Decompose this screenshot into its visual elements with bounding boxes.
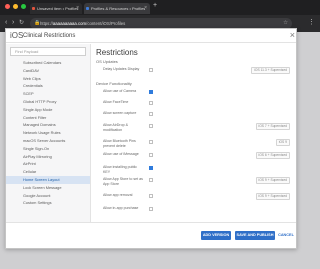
section-os-updates: OS Updates: [96, 59, 118, 64]
restriction-row: Allow screen capture: [92, 111, 294, 123]
restriction-row: Allow use of iMessage iOS 6 + Supervised: [92, 152, 294, 164]
restriction-checkbox[interactable]: [149, 112, 153, 116]
reload-icon[interactable]: ↻: [19, 18, 24, 28]
platform-label: iOS: [10, 31, 24, 40]
restriction-row: Allow in-app purchase: [92, 206, 294, 218]
restriction-checkbox[interactable]: [149, 166, 153, 170]
restriction-row: Allow App Store to set as App Store iOS 9…: [92, 177, 294, 189]
compatibility-badge: iOS 9 + Supervised: [255, 177, 290, 184]
url-path: /content/iOS/Profiles: [86, 21, 126, 26]
compatibility-badge: iOS 9 + Supervised: [255, 193, 290, 200]
restriction-row: Allow Bluetooth Pins prevent delete iOS 9: [92, 139, 294, 151]
sidebar-item[interactable]: AirPlay Mirroring: [6, 153, 90, 161]
payload-sidebar: Find Payload Subscribed Calendars CardDAV…: [6, 44, 91, 222]
browser-menu-icon[interactable]: ⋮: [308, 18, 315, 26]
close-window-button[interactable]: [5, 4, 10, 9]
restriction-label: Allow FaceTime: [103, 100, 129, 104]
restriction-label: Allow Bluetooth Pins prevent delete: [103, 139, 136, 148]
restriction-row: Allow installing public KEY: [92, 165, 294, 177]
sidebar-item[interactable]: Home Screen Layout: [6, 175, 90, 184]
restriction-checkbox[interactable]: [149, 178, 153, 182]
sidebar-item[interactable]: Web Clips: [6, 75, 90, 83]
payload-list: Subscribed Calendars CardDAV Web Clips Cred…: [6, 59, 90, 207]
sidebar-item[interactable]: Single App Mode: [6, 106, 90, 114]
close-tab-icon[interactable]: ×: [144, 3, 147, 14]
restriction-checkbox[interactable]: [149, 68, 153, 72]
restriction-label: Delay Updates Display: [103, 67, 140, 71]
compatibility-badge: iOS 6 + Supervised: [255, 152, 290, 159]
sidebar-item[interactable]: Google Account: [6, 192, 90, 200]
forward-arrow-icon[interactable]: ›: [12, 18, 14, 28]
close-tab-icon[interactable]: ×: [76, 3, 79, 14]
url-prefix: https://: [40, 21, 53, 26]
restriction-label: Allow installing public KEY: [103, 165, 137, 174]
restriction-row: Allow app removal iOS 9 + Supervised: [92, 193, 294, 205]
section-device-functionality: Device Functionality: [96, 81, 132, 86]
tab-strip: Unsaved item • Profiles × Profiles & Res…: [0, 0, 320, 15]
restriction-checkbox[interactable]: [149, 140, 153, 144]
save-and-publish-button[interactable]: SAVE AND PUBLISH: [235, 231, 275, 240]
favicon-icon: [86, 7, 89, 10]
browser-tab-profiles[interactable]: Profiles & Resources • Profiles ×: [84, 3, 150, 14]
restriction-label: Allow in-app purchase: [103, 206, 139, 210]
back-arrow-icon[interactable]: ‹: [5, 18, 7, 28]
payload-search-input[interactable]: Find Payload: [10, 47, 86, 56]
url-host: aaaaaaaaaa.com: [52, 21, 87, 26]
restrictions-modal: iOS Clinical Restrictions × Find Payload…: [5, 28, 297, 249]
sidebar-item[interactable]: CardDAV: [6, 67, 90, 75]
compatibility-badge: iOS 9: [275, 139, 290, 146]
compatibility-badge: iOS 7 + Supervised: [255, 123, 290, 130]
restriction-label: Allow use of iMessage: [103, 152, 139, 156]
sidebar-item[interactable]: AirPrint: [6, 160, 90, 168]
modal-title: Clinical Restrictions: [23, 33, 76, 39]
restriction-checkbox[interactable]: [149, 124, 153, 128]
sidebar-item[interactable]: Content Filter: [6, 114, 90, 122]
modal-header: iOS Clinical Restrictions ×: [6, 29, 296, 43]
sidebar-item[interactable]: Single Sign-On: [6, 145, 90, 153]
sidebar-item[interactable]: Global HTTP Proxy: [6, 98, 90, 106]
restriction-row: Allow AirDrop & modification iOS 7 + Supe…: [92, 123, 294, 135]
sidebar-item[interactable]: Custom Settings: [6, 199, 90, 207]
sidebar-item[interactable]: Subscribed Calendars: [6, 59, 90, 67]
cancel-button[interactable]: CANCEL: [277, 231, 295, 240]
zoom-window-button[interactable]: [21, 4, 26, 9]
sidebar-item[interactable]: Cellular: [6, 168, 90, 176]
restriction-checkbox[interactable]: [149, 207, 153, 211]
restriction-checkbox[interactable]: [149, 90, 153, 94]
restriction-checkbox[interactable]: [149, 194, 153, 198]
window-controls: [5, 4, 26, 9]
add-version-button[interactable]: ADD VERSION: [201, 231, 231, 240]
restriction-label: Allow use of Camera: [103, 89, 137, 93]
compatibility-badge: iOS 11.3 + Supervised: [251, 67, 290, 74]
browser-tab-label: Unsaved item • Profiles: [37, 6, 79, 11]
close-icon[interactable]: ×: [290, 30, 295, 40]
browser-tab-label: Profiles & Resources • Profiles: [91, 6, 146, 11]
new-tab-icon[interactable]: +: [153, 2, 157, 9]
favicon-icon: [32, 7, 35, 10]
minimize-window-button[interactable]: [13, 4, 18, 9]
sidebar-item[interactable]: macOS Server Accounts: [6, 137, 90, 145]
restriction-label: Allow app removal: [103, 193, 133, 197]
restriction-row: Delay Updates Display iOS 11.3 + Supervis…: [92, 67, 294, 79]
sidebar-item[interactable]: Credentials: [6, 82, 90, 90]
sidebar-item[interactable]: Network Usage Rules: [6, 129, 90, 137]
sidebar-item[interactable]: Managed Domains: [6, 121, 90, 129]
browser-tab-unsaved[interactable]: Unsaved item • Profiles ×: [30, 3, 82, 14]
restriction-label: Allow screen capture: [103, 111, 137, 115]
modal-footer: ADD VERSION SAVE AND PUBLISH CANCEL: [6, 222, 296, 248]
restriction-label: Allow App Store to set as App Store: [103, 177, 143, 186]
restrictions-content: Restrictions OS Updates Device Functiona…: [92, 44, 296, 222]
restriction-checkbox[interactable]: [149, 101, 153, 105]
sidebar-item[interactable]: Lock Screen Message: [6, 184, 90, 192]
sidebar-item[interactable]: SCEP: [6, 90, 90, 98]
content-title: Restrictions: [96, 48, 138, 57]
restriction-checkbox[interactable]: [149, 153, 153, 157]
restriction-label: Allow AirDrop & modification: [103, 123, 128, 132]
